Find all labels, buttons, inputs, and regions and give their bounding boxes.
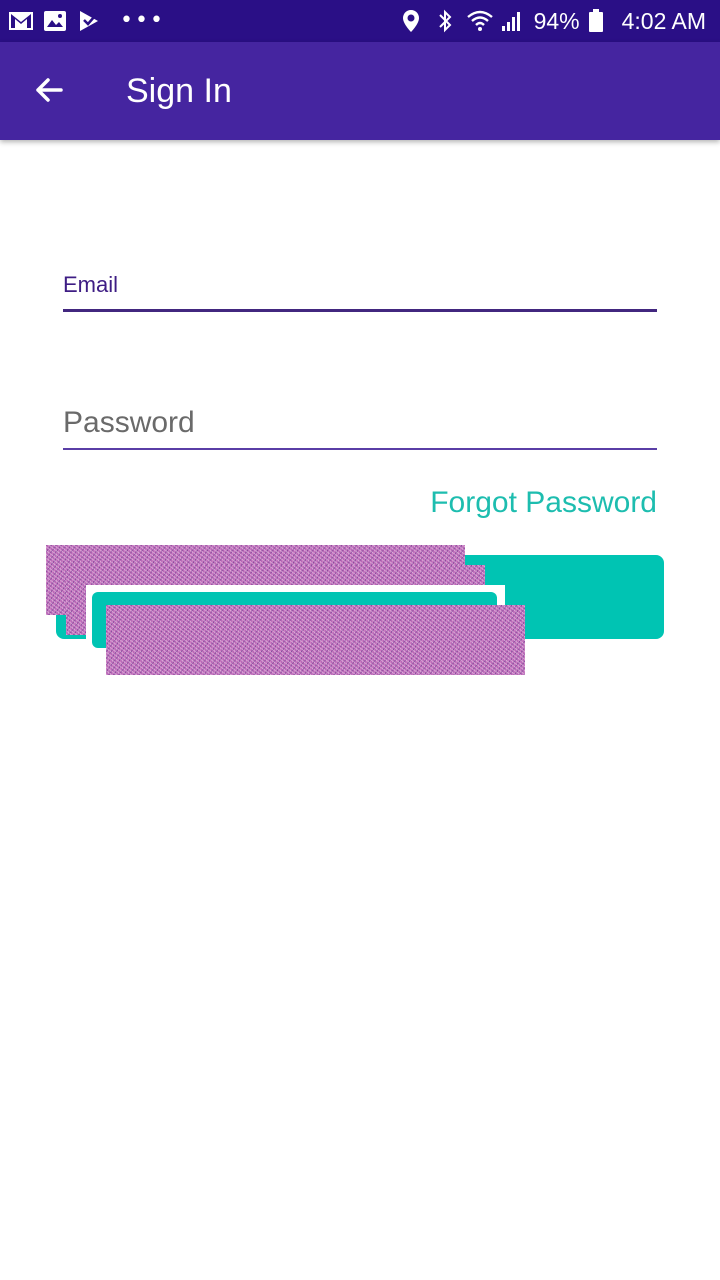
forgot-password-link[interactable]: Forgot Password [430, 486, 657, 520]
battery-icon [588, 8, 614, 34]
redaction-noise [106, 605, 525, 675]
arrow-left-icon [33, 74, 65, 110]
wifi-icon [466, 8, 493, 34]
email-field: Email [63, 262, 657, 312]
play-store-icon [76, 8, 102, 34]
more-dots-icon: ••• [120, 8, 165, 33]
password-field [63, 398, 657, 451]
page-title: Sign In [126, 72, 232, 110]
back-button[interactable] [24, 67, 74, 117]
gallery-icon [42, 8, 68, 34]
status-bar-left: ••• [8, 8, 165, 34]
bluetooth-icon [432, 8, 458, 34]
app-bar: Sign In [0, 42, 720, 140]
email-input[interactable] [63, 289, 657, 312]
signal-icon [500, 8, 526, 34]
password-input[interactable] [63, 398, 657, 450]
status-time: 4:02 AM [621, 8, 706, 34]
gmail-icon [8, 8, 34, 34]
battery-percent: 94% [533, 8, 580, 34]
status-bar-right: 94% 4:02 AM [398, 0, 706, 42]
location-icon [398, 8, 424, 34]
status-bar: ••• 94% 4:02 AM [0, 0, 720, 42]
